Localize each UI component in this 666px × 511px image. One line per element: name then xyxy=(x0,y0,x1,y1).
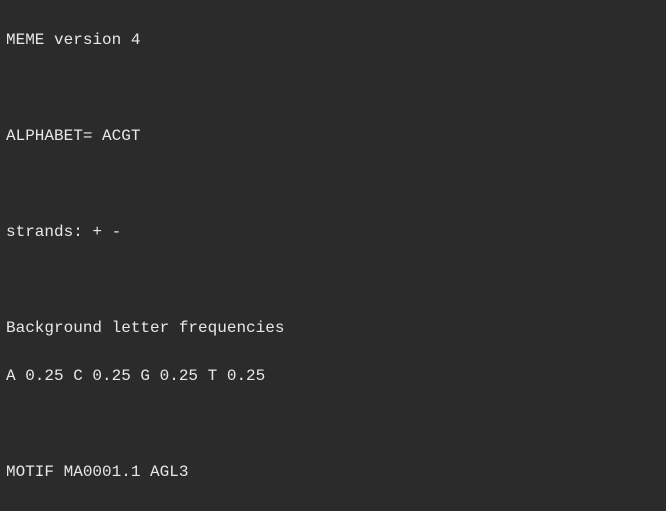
blank-line xyxy=(6,268,660,292)
meme-version-line: MEME version 4 xyxy=(6,28,660,52)
blank-line xyxy=(6,412,660,436)
bg-values: A 0.25 C 0.25 G 0.25 T 0.25 xyxy=(6,364,660,388)
motif-title: MOTIF MA0001.1 AGL3 xyxy=(6,460,660,484)
blank-line xyxy=(6,172,660,196)
blank-line xyxy=(6,76,660,100)
strands-line: strands: + - xyxy=(6,220,660,244)
alphabet-line: ALPHABET= ACGT xyxy=(6,124,660,148)
terminal-output: MEME version 4 ALPHABET= ACGT strands: +… xyxy=(0,0,666,511)
bg-title: Background letter frequencies xyxy=(6,316,660,340)
